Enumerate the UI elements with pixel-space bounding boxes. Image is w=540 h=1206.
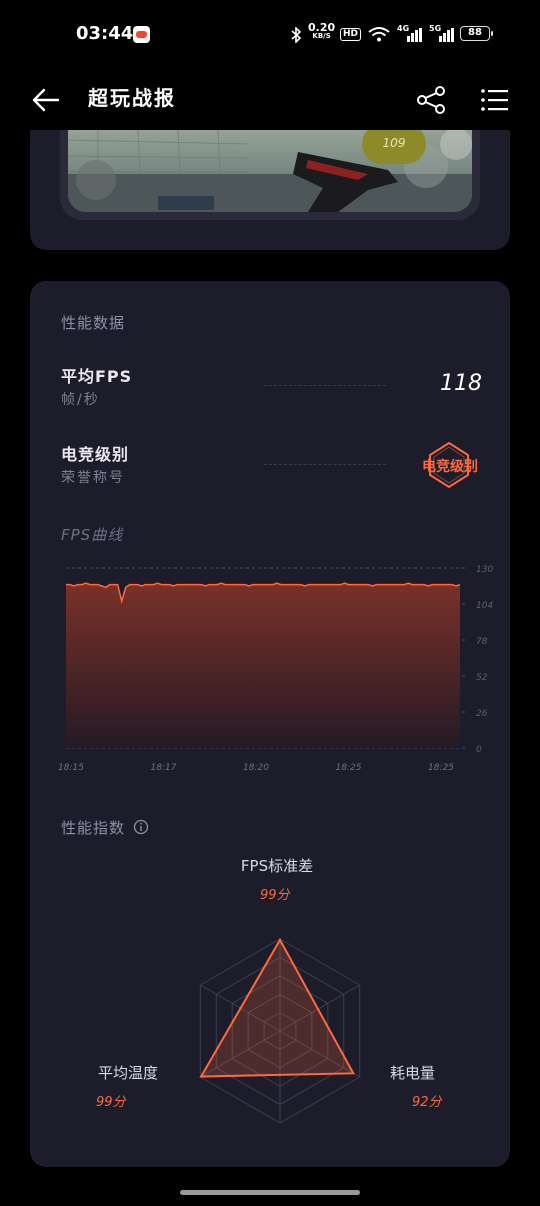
fps-x-tick: 18:25 [336,763,362,773]
performance-section-title: 性能数据 [61,314,126,332]
back-arrow-icon[interactable] [30,86,62,114]
performance-card: 性能数据 平均FPS 帧/秒 118 电竞级别 荣誉称号 电竞级别 FPS曲线 … [30,281,510,1167]
page-title: 超玩战报 [88,86,176,110]
wifi-icon [368,27,390,42]
avg-fps-value: 118 [440,371,482,396]
status-bar: 03:44 0.20 KB/S HD 4G 5G 88 [0,0,540,70]
esports-level-divider [264,464,386,465]
fps-y-tick: 78 [476,637,488,647]
radar-label-power: 耗电量 [390,1064,436,1082]
game-screenshot-card: 109 [30,130,510,250]
radar-score-power: 92分 [412,1095,442,1110]
info-icon[interactable] [133,819,149,835]
perf-index-title: 性能指数 [61,819,126,837]
esports-level-sub: 荣誉称号 [61,470,125,486]
avg-fps-unit: 帧/秒 [61,392,100,408]
fps-y-tick: 0 [476,745,482,755]
fps-x-tick: 18:15 [58,763,84,773]
net-speed-value: 0.20 [308,21,336,34]
menu-list-icon[interactable] [480,86,510,114]
radar-score-fps-std: 99分 [260,888,290,903]
fps-y-tick: 52 [476,673,488,683]
fps-x-tick: 18:17 [151,763,177,773]
battery-icon: 88 [460,26,493,41]
fps-y-tick: 26 [476,709,488,719]
radar-value-polygon [199,937,355,1078]
game-app-icon [133,26,150,43]
radar-label-fps-std: FPS标准差 [240,857,314,875]
fps-area-chart: 130 104 78 52 26 0 18:15 18:17 18:20 18:25 18:25 [58,565,493,773]
esports-badge-label: 电竞级别 [422,459,478,475]
avg-fps-divider [264,385,386,386]
hd-badge: HD [340,28,362,41]
esports-level-label: 电竞级别 [61,445,130,464]
radar-score-temp: 99分 [96,1095,126,1110]
radar-chart [199,937,361,1124]
status-time: 03:44 [76,23,134,44]
fps-x-tick: 18:25 [428,763,454,773]
bluetooth-icon [291,27,302,43]
avg-fps-label: 平均FPS [61,367,133,386]
share-icon[interactable] [416,86,448,114]
fps-chart-title: FPS曲线 [61,526,124,544]
net-speed: 0.20 KB/S [308,21,336,41]
fps-area-fill [66,583,460,748]
fps-y-tick: 104 [476,601,493,611]
radar-label-temp: 平均温度 [98,1064,159,1082]
signal-icon [407,28,422,42]
home-indicator[interactable] [180,1190,360,1195]
fps-bubble: 109 [362,130,426,164]
signal-icon-2 [439,28,454,42]
fps-x-tick: 18:20 [243,763,269,773]
fps-y-tick: 130 [476,565,493,575]
